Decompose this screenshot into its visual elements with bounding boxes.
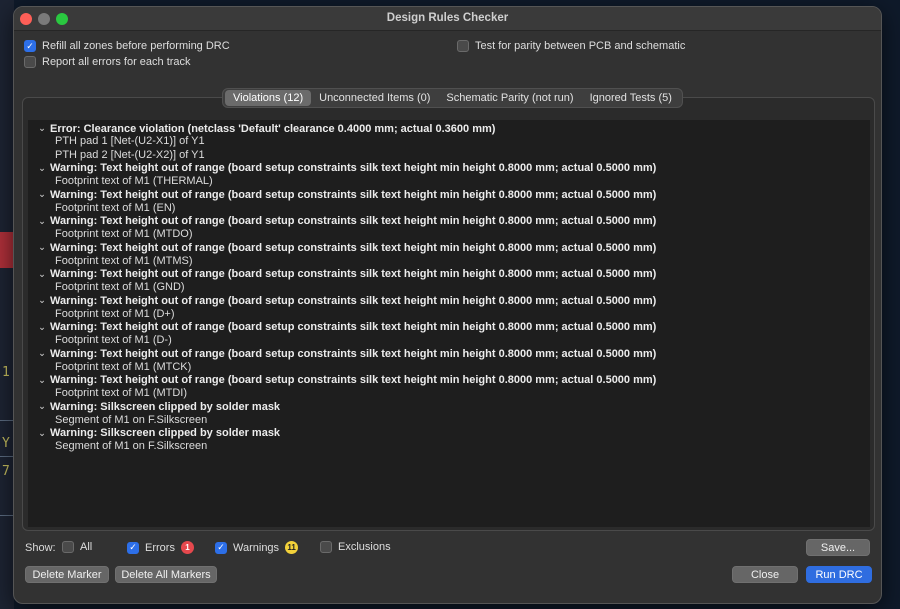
violation-item[interactable]: Footprint text of M1 (D+)	[28, 308, 870, 321]
title-bar: Design Rules Checker	[14, 7, 881, 31]
background-line	[0, 456, 14, 457]
violation-title: Warning: Silkscreen clipped by solder ma…	[50, 400, 281, 413]
refill-zones-label: Refill all zones before performing DRC	[42, 40, 230, 52]
filter-exclusions[interactable]: Exclusions	[320, 541, 391, 553]
chevron-down-icon[interactable]: ⌄	[36, 216, 48, 227]
violation-item[interactable]: PTH pad 2 [Net-(U2-X2)] of Y1	[28, 149, 870, 162]
chevron-down-icon[interactable]: ⌄	[36, 322, 48, 333]
run-drc-button[interactable]: Run DRC	[806, 566, 872, 583]
background-char: 1	[2, 365, 10, 380]
report-all-errors-option[interactable]: Report all errors for each track	[24, 56, 191, 68]
violation-title: Warning: Text height out of range (board…	[50, 268, 657, 281]
drc-dialog: Design Rules Checker ✓ Refill all zones …	[13, 6, 882, 604]
violation-item[interactable]: Footprint text of M1 (MTDI)	[28, 387, 870, 400]
checkbox-unchecked-icon[interactable]	[24, 56, 36, 68]
show-label: Show:	[25, 542, 56, 554]
filter-exclusions-label: Exclusions	[338, 541, 391, 553]
tab-unconnected-items[interactable]: Unconnected Items (0)	[311, 90, 438, 106]
checkbox-unchecked-icon[interactable]	[320, 541, 332, 553]
violation-title: Warning: Text height out of range (board…	[50, 374, 657, 387]
tab-schematic-parity[interactable]: Schematic Parity (not run)	[438, 90, 581, 106]
violation-title: Warning: Silkscreen clipped by solder ma…	[50, 427, 281, 440]
test-parity-label: Test for parity between PCB and schemati…	[475, 40, 686, 52]
violations-list[interactable]: ⌄ Error: Clearance violation (netclass 'D…	[28, 120, 870, 527]
violation-row[interactable]: ⌄ Warning: Text height out of range (boar…	[28, 215, 870, 228]
test-parity-option[interactable]: Test for parity between PCB and schemati…	[457, 40, 685, 52]
violation-row[interactable]: ⌄ Error: Clearance violation (netclass 'D…	[28, 122, 870, 135]
violation-title: Warning: Text height out of range (board…	[50, 241, 657, 254]
violation-title: Warning: Text height out of range (board…	[50, 215, 657, 228]
background-red-marker	[0, 232, 14, 268]
violation-item[interactable]: Footprint text of M1 (EN)	[28, 202, 870, 215]
chevron-down-icon[interactable]: ⌄	[36, 401, 48, 412]
filter-all-label: All	[80, 541, 93, 553]
filter-errors[interactable]: ✓ Errors 1	[127, 541, 194, 554]
violation-row[interactable]: ⌄ Warning: Silkscreen clipped by solder m…	[28, 400, 870, 413]
violation-row[interactable]: ⌄ Warning: Text height out of range (boar…	[28, 241, 870, 254]
checkbox-checked-icon[interactable]: ✓	[127, 541, 139, 554]
violation-item[interactable]: Footprint text of M1 (MTDO)	[28, 228, 870, 241]
chevron-down-icon[interactable]: ⌄	[36, 269, 48, 280]
results-panel: ⌄ Error: Clearance violation (netclass 'D…	[22, 97, 875, 531]
warning-count-badge: 11	[285, 541, 299, 554]
violation-item[interactable]: Footprint text of M1 (MTCK)	[28, 361, 870, 374]
violation-title: Warning: Text height out of range (board…	[50, 162, 657, 175]
violation-item[interactable]: Footprint text of M1 (D-)	[28, 334, 870, 347]
window-title: Design Rules Checker	[386, 12, 509, 24]
chevron-down-icon[interactable]: ⌄	[36, 295, 48, 306]
violation-title: Warning: Text height out of range (board…	[50, 347, 657, 360]
violation-row[interactable]: ⌄ Warning: Text height out of range (boar…	[28, 188, 870, 201]
filter-warnings-label: Warnings	[233, 541, 280, 554]
violation-title: Warning: Text height out of range (board…	[50, 294, 657, 307]
violation-row[interactable]: ⌄ Warning: Text height out of range (boar…	[28, 347, 870, 360]
chevron-down-icon[interactable]: ⌄	[36, 123, 48, 134]
background-editor-edge	[0, 0, 14, 609]
save-button[interactable]: Save...	[806, 539, 870, 556]
tab-violations[interactable]: Violations (12)	[225, 90, 312, 106]
checkbox-checked-icon[interactable]: ✓	[24, 40, 36, 52]
checkbox-unchecked-icon[interactable]	[62, 541, 74, 553]
error-count-badge: 1	[180, 541, 194, 554]
checkbox-unchecked-icon[interactable]	[457, 40, 469, 52]
violation-item[interactable]: Footprint text of M1 (MTMS)	[28, 255, 870, 268]
report-all-errors-label: Report all errors for each track	[42, 56, 191, 68]
violation-row[interactable]: ⌄ Warning: Text height out of range (boar…	[28, 374, 870, 387]
violation-item[interactable]: Segment of M1 on F.Silkscreen	[28, 414, 870, 427]
filter-all[interactable]: All	[62, 541, 92, 553]
chevron-down-icon[interactable]: ⌄	[36, 348, 48, 359]
violation-row[interactable]: ⌄ Warning: Text height out of range (boar…	[28, 294, 870, 307]
violation-title: Warning: Text height out of range (board…	[50, 321, 657, 334]
violation-row[interactable]: ⌄ Warning: Silkscreen clipped by solder m…	[28, 427, 870, 440]
checkbox-checked-icon[interactable]: ✓	[215, 541, 227, 554]
filter-warnings[interactable]: ✓ Warnings 11	[215, 541, 299, 554]
violation-row[interactable]: ⌄ Warning: Text height out of range (boar…	[28, 321, 870, 334]
violation-title: Warning: Text height out of range (board…	[50, 188, 657, 201]
chevron-down-icon[interactable]: ⌄	[36, 189, 48, 200]
refill-zones-option[interactable]: ✓ Refill all zones before performing DRC	[24, 40, 230, 52]
close-button[interactable]: Close	[732, 566, 798, 583]
chevron-down-icon[interactable]: ⌄	[36, 242, 48, 253]
results-tabs: Violations (12) Unconnected Items (0) Sc…	[222, 88, 683, 108]
chevron-down-icon[interactable]: ⌄	[36, 375, 48, 386]
background-line	[0, 420, 14, 421]
violation-item[interactable]: Footprint text of M1 (THERMAL)	[28, 175, 870, 188]
violation-item[interactable]: PTH pad 1 [Net-(U2-X1)] of Y1	[28, 135, 870, 148]
background-char: 7	[2, 464, 10, 479]
violation-item[interactable]: Footprint text of M1 (GND)	[28, 281, 870, 294]
chevron-down-icon[interactable]: ⌄	[36, 163, 48, 174]
background-line	[0, 515, 14, 516]
filter-errors-label: Errors	[145, 541, 175, 554]
violation-item[interactable]: Segment of M1 on F.Silkscreen	[28, 440, 870, 453]
delete-all-markers-button[interactable]: Delete All Markers	[115, 566, 217, 583]
delete-marker-button[interactable]: Delete Marker	[25, 566, 109, 583]
background-char: Y	[2, 436, 10, 451]
violation-title: Error: Clearance violation (netclass 'De…	[50, 122, 496, 135]
bottom-controls: Show: All ✓ Errors 1 ✓ Warnings 11 Exclu…	[14, 537, 881, 603]
tab-ignored-tests[interactable]: Ignored Tests (5)	[582, 90, 680, 106]
violation-row[interactable]: ⌄ Warning: Text height out of range (boar…	[28, 268, 870, 281]
chevron-down-icon[interactable]: ⌄	[36, 428, 48, 439]
violation-row[interactable]: ⌄ Warning: Text height out of range (boar…	[28, 162, 870, 175]
